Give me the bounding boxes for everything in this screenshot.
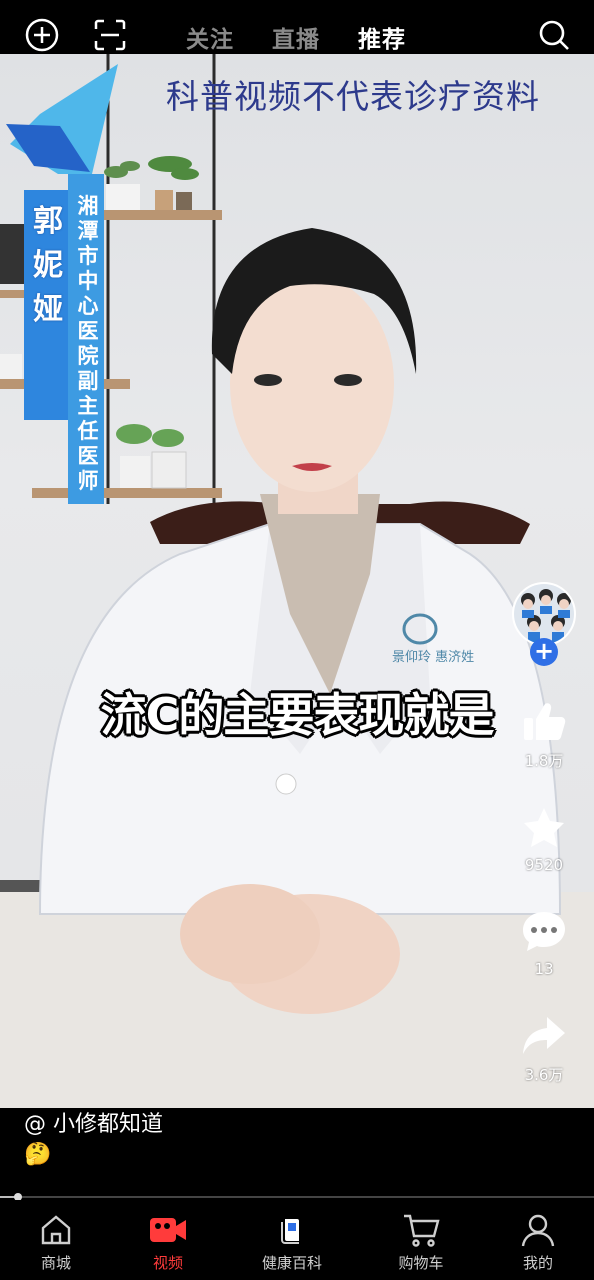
nav-item-mall[interactable]: 商城 (1, 1210, 111, 1273)
home-icon (1, 1210, 111, 1250)
comment-icon (494, 908, 594, 956)
add-icon[interactable] (24, 17, 60, 53)
book-icon (237, 1210, 347, 1250)
star-icon (494, 804, 594, 852)
tab-following[interactable]: 关注 (186, 20, 234, 54)
share-count: 3.6万 (524, 1066, 564, 1084)
disclaimer-banner: 科普视频不代表诊疗资料 (166, 77, 540, 116)
tab-recommended[interactable]: 推荐 (358, 20, 406, 54)
action-rail: + 1.8万 9520 13 3.6万 (494, 0, 594, 1108)
search-icon[interactable] (536, 17, 572, 53)
nav-label-video: 视频 (152, 1254, 183, 1272)
favorite-count: 9520 (524, 856, 564, 874)
person-icon (483, 1210, 593, 1250)
comment-count: 13 (534, 960, 554, 978)
doctor-name: 郭妮娅 (33, 204, 63, 327)
nav-label-profile: 我的 (522, 1254, 553, 1272)
coat-badge-text: 景仰玲 惠济姓 (392, 650, 474, 665)
favorite-button[interactable]: 9520 (494, 804, 594, 874)
share-icon (494, 1012, 594, 1060)
scan-icon[interactable] (92, 17, 128, 53)
author-handle[interactable]: @ 小修都知道 (24, 1106, 163, 1138)
video-icon (113, 1210, 223, 1250)
caption-emoji: 🤔 (24, 1142, 52, 1167)
nav-item-cart[interactable]: 购物车 (366, 1210, 476, 1273)
follow-button[interactable]: + (530, 638, 558, 666)
progress-bar[interactable] (0, 1193, 594, 1201)
doctor-title: 湘潭市中心医院副主任医师 (77, 194, 99, 493)
cart-icon (366, 1210, 476, 1250)
nav-label-health-wiki: 健康百科 (261, 1254, 322, 1272)
nav-label-mall: 商城 (40, 1254, 71, 1272)
like-count: 1.8万 (524, 752, 564, 770)
nav-item-profile[interactable]: 我的 (483, 1210, 593, 1273)
like-button[interactable]: 1.8万 (494, 698, 594, 771)
nav-item-video[interactable]: 视频 (113, 1210, 223, 1273)
comment-button[interactable]: 13 (494, 908, 594, 978)
tab-live[interactable]: 直播 (272, 20, 320, 54)
nav-label-cart: 购物车 (398, 1254, 444, 1272)
bottom-navigation: 商城 视频 健康百科 购物车 我的 (0, 1200, 594, 1280)
thumbs-up-icon (494, 698, 594, 746)
top-bar: 关注 直播 推荐 (0, 0, 594, 54)
share-button[interactable]: 3.6万 (494, 1012, 594, 1085)
nav-item-health-wiki[interactable]: 健康百科 (237, 1210, 347, 1273)
